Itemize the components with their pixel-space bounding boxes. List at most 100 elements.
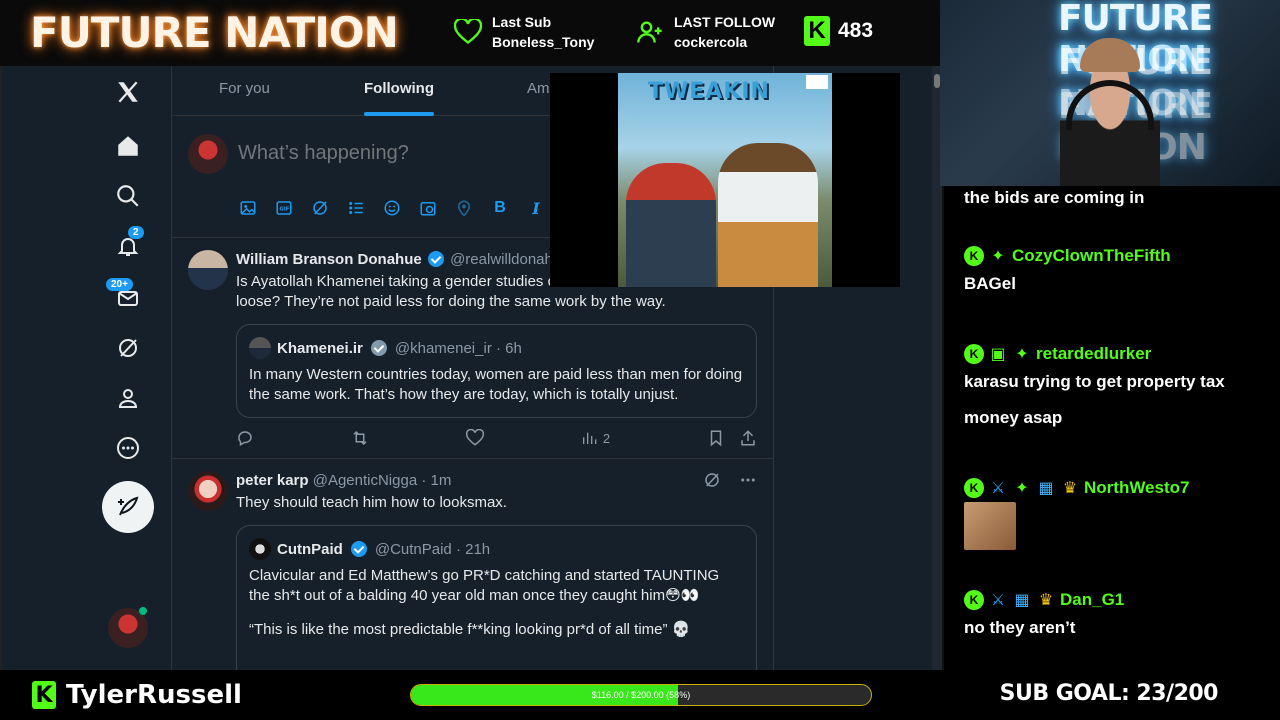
grok-icon[interactable] xyxy=(310,198,330,218)
album-cover-image: TWEAKIN xyxy=(618,73,832,287)
sub-badge-icon: ▦ xyxy=(1014,592,1030,609)
chat-username[interactable]: retardedlurker xyxy=(1036,344,1151,364)
tweet-author-name[interactable]: peter karp xyxy=(236,472,309,489)
verified-badge-icon xyxy=(350,541,367,557)
verified-badge-icon xyxy=(370,340,387,356)
svg-text:GIF: GIF xyxy=(280,206,290,212)
italic-icon[interactable]: I xyxy=(526,198,546,218)
composer-input[interactable]: What’s happening? xyxy=(238,142,409,165)
album-art-overlay: TWEAKIN xyxy=(550,73,900,287)
chat-message: K ▣ ✦ retardedlurker karasu trying to ge… xyxy=(964,344,1264,436)
views-button[interactable]: 2 xyxy=(581,430,610,446)
last-sub-widget: Last Sub Boneless_Tony xyxy=(454,12,594,52)
donation-goal-text: $116.00 / $200.00 (58%) xyxy=(591,690,691,700)
tweet-author-avatar[interactable] xyxy=(188,250,228,290)
tweet-author-avatar[interactable] xyxy=(188,471,228,511)
profile-icon[interactable] xyxy=(110,380,146,416)
chat-message: the bids are coming in xyxy=(964,186,1264,216)
bold-icon[interactable]: B xyxy=(490,198,510,218)
more-horizontal-icon[interactable] xyxy=(739,471,757,489)
last-follow-name: cockercola xyxy=(674,34,748,50)
bookmark-share-group xyxy=(707,429,757,447)
donation-goal-bar: $116.00 / $200.00 (58%) xyxy=(410,684,872,706)
grok-icon[interactable] xyxy=(110,330,146,366)
sub-goal-counter: SUB GOAL: 23/200 xyxy=(999,681,1219,706)
sub-badge-icon: ▦ xyxy=(1038,480,1054,497)
notifications-bell-icon[interactable]: 2 xyxy=(110,226,146,264)
gif-icon[interactable]: GIF xyxy=(274,198,294,218)
chat-message-text: no they aren’t xyxy=(964,618,1076,637)
verified-badge-icon xyxy=(427,251,444,267)
reply-button[interactable] xyxy=(236,429,254,447)
chat-panel: the bids are coming in K ✦ CozyClownTheF… xyxy=(942,186,1280,670)
tweet-header: peter karp @AgenticNigga · 1m xyxy=(236,471,757,491)
compose-post-button[interactable] xyxy=(102,481,154,533)
quoted-author-handle: @CutnPaid · 21h xyxy=(374,540,491,558)
sword-badge-icon: ⚔ xyxy=(990,592,1006,609)
heart-icon xyxy=(454,18,482,46)
search-icon[interactable] xyxy=(110,178,146,214)
viewer-count-widget: K 483 xyxy=(804,16,873,46)
like-button[interactable] xyxy=(465,429,484,447)
quoted-author-avatar xyxy=(249,538,271,560)
quoted-author-name: Khamenei.ir xyxy=(277,339,363,357)
repost-button[interactable] xyxy=(351,429,369,447)
tweet-author-name[interactable]: William Branson Donahue xyxy=(236,251,422,268)
quoted-author-avatar xyxy=(249,337,271,359)
quoted-tweet-text: Clavicular and Ed Matthew’s go PR*D catc… xyxy=(249,567,720,604)
tweet-actions: 2 xyxy=(236,418,757,458)
x-sidebar-nav: 2 20+ xyxy=(2,66,172,670)
chat-username-row: K ▣ ✦ retardedlurker xyxy=(964,344,1264,364)
album-figure-left xyxy=(626,163,716,287)
messages-icon[interactable]: 20+ xyxy=(106,278,146,316)
tab-for-you[interactable]: For you xyxy=(219,80,270,97)
tweet[interactable]: peter karp @AgenticNigga · 1m They shoul… xyxy=(172,459,773,670)
quoted-tweet[interactable]: CutnPaid @CutnPaid · 21h Clavicular and … xyxy=(236,525,757,670)
channel-brand: K TylerRussell xyxy=(32,680,242,710)
emoji-icon[interactable] xyxy=(382,198,402,218)
location-icon[interactable] xyxy=(454,198,474,218)
chat-message: K ⚔ ▦ ♛ Dan_G1 no they aren’t xyxy=(964,590,1264,646)
tab-following[interactable]: Following xyxy=(364,80,434,97)
stream-top-bar: FUTURE NATION Last Sub Boneless_Tony LAS… xyxy=(0,0,940,66)
chat-username[interactable]: Dan_G1 xyxy=(1060,590,1124,610)
tweet-menu xyxy=(703,471,757,489)
schedule-icon[interactable] xyxy=(418,198,438,218)
reply-icon xyxy=(238,431,252,447)
like-heart-icon xyxy=(465,429,484,446)
viewer-count: 483 xyxy=(838,19,874,42)
stream-bottom-bar: K TylerRussell $116.00 / $200.00 (58%) S… xyxy=(0,670,1280,720)
chat-username[interactable]: NorthWesto7 xyxy=(1084,478,1189,498)
home-icon[interactable] xyxy=(110,128,146,164)
quoted-tweet-text-2: “This is like the most predictable f**ki… xyxy=(249,621,691,638)
views-count: 2 xyxy=(602,430,611,446)
poll-icon[interactable] xyxy=(346,198,366,218)
last-sub-label: Last Sub xyxy=(492,14,552,30)
chat-username-row: K ✦ CozyClownTheFifth xyxy=(964,246,1264,266)
gift-badge-icon: ▣ xyxy=(990,346,1006,363)
quoted-tweet-header: Khamenei.ir @khamenei_ir · 6h xyxy=(249,337,744,359)
last-sub-name: Boneless_Tony xyxy=(492,34,595,50)
image-icon[interactable] xyxy=(238,198,258,218)
composer-toolbar: GIF B I xyxy=(238,198,546,218)
x-logo-icon[interactable] xyxy=(110,74,146,110)
more-options-icon[interactable] xyxy=(110,430,146,466)
chat-username[interactable]: CozyClownTheFifth xyxy=(1012,246,1171,266)
last-follow-label: LAST FOLLOW xyxy=(674,14,776,30)
repost-icon xyxy=(353,430,367,446)
gem-badge-icon: ✦ xyxy=(991,248,1005,265)
share-icon[interactable] xyxy=(739,429,757,447)
quoted-tweet[interactable]: Khamenei.ir @khamenei_ir · 6h In many We… xyxy=(236,324,757,418)
grok-icon[interactable] xyxy=(703,471,721,489)
add-user-icon xyxy=(636,18,664,46)
tweet-author-handle[interactable]: @AgenticNigga · 1m xyxy=(313,472,452,489)
quoted-tweet-text: In many Western countries today, women a… xyxy=(249,366,743,403)
composer-avatar xyxy=(188,134,228,174)
chat-emote-image xyxy=(964,502,1016,550)
bookmark-icon[interactable] xyxy=(707,429,725,447)
messages-badge: 20+ xyxy=(106,278,133,291)
tab-list[interactable]: Am xyxy=(527,80,550,97)
chat-username-row: K ⚔ ✦ ▦ ♛ NorthWesto7 xyxy=(964,478,1264,498)
notifications-badge: 2 xyxy=(128,226,144,239)
tweet-author-handle[interactable]: @realwilldonah xyxy=(450,251,553,268)
